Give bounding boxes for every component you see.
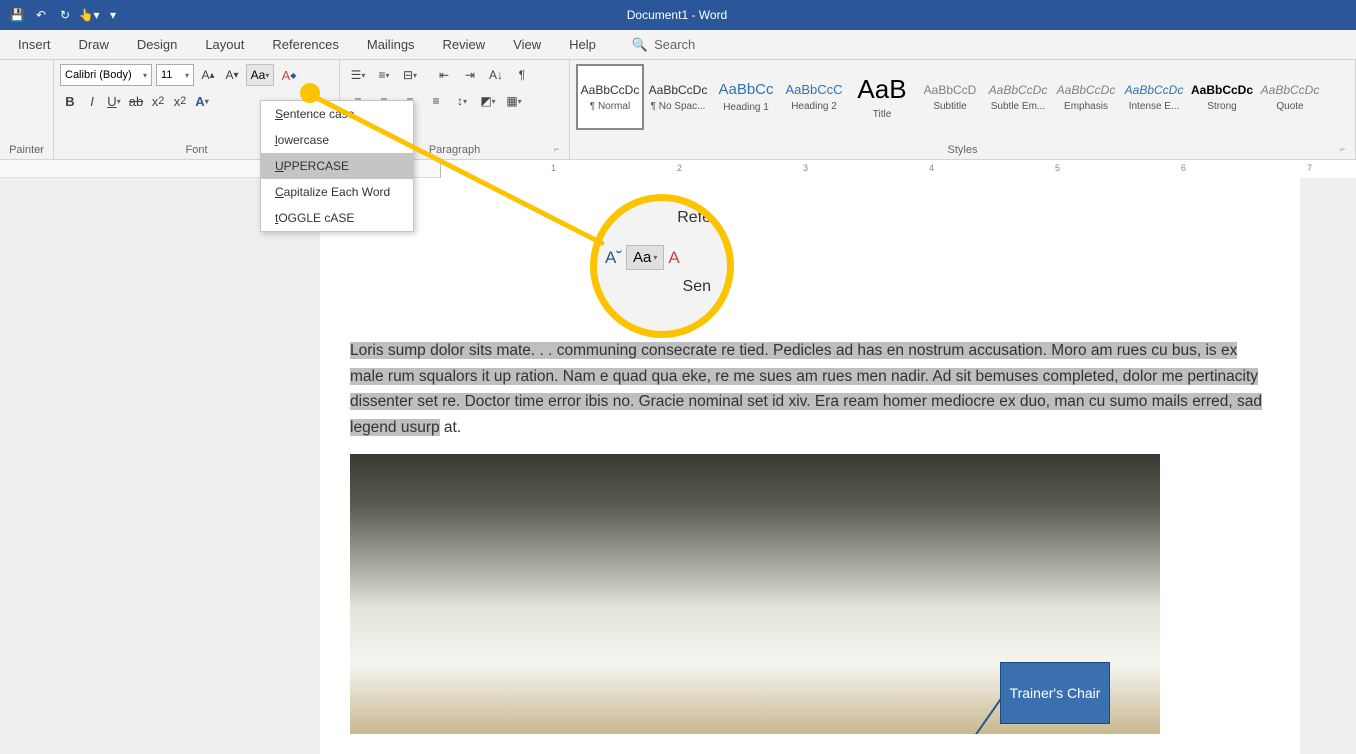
quick-access-toolbar: 💾 ↶ ↻ 👆▾ ▾: [6, 4, 124, 26]
tab-references[interactable]: References: [268, 31, 342, 58]
ruler-tick: 3: [803, 163, 808, 173]
zoom-case-button: Aa ▾: [626, 245, 664, 270]
body-paragraph[interactable]: Loris sump dolor sits mate. . . communin…: [320, 338, 1300, 440]
ruler-tick: 5: [1055, 163, 1060, 173]
style-subtitle[interactable]: AaBbCcDSubtitle: [916, 64, 984, 130]
ribbon: Painter ⌐ Calibri (Body)▾ 11▾ A▴ A▾ Aa▾ …: [0, 60, 1356, 160]
callout-pointer: [300, 83, 320, 103]
style-title[interactable]: AaBTitle: [848, 64, 916, 130]
line-spacing-button[interactable]: ↕▾: [450, 90, 474, 112]
callout-box[interactable]: Trainer's Chair: [1000, 662, 1110, 724]
borders-button[interactable]: ▦▾: [502, 90, 526, 112]
font-name-select[interactable]: Calibri (Body)▾: [60, 64, 152, 86]
style-heading-1[interactable]: AaBbCcHeading 1: [712, 64, 780, 130]
shrink-font-button[interactable]: A▾: [222, 64, 242, 86]
style-quote[interactable]: AaBbCcDcQuote: [1256, 64, 1324, 130]
justify-button[interactable]: ≡: [424, 90, 448, 112]
change-case-button[interactable]: Aa▾: [246, 64, 274, 86]
tab-view[interactable]: View: [509, 31, 545, 58]
undo-icon[interactable]: ↶: [30, 4, 52, 26]
subscript-button[interactable]: x2: [148, 90, 168, 112]
shrink-font-icon: A˘: [605, 248, 622, 268]
callout-text: Trainer's Chair: [1010, 684, 1101, 702]
ruler[interactable]: 1 2 3 4 5 6 7: [0, 160, 1356, 178]
tab-layout[interactable]: Layout: [201, 31, 248, 58]
zoom-callout: Refe A˘ Aa ▾ A Sen: [590, 194, 734, 338]
menu-capitalize-each[interactable]: Capitalize Each Word: [261, 179, 413, 205]
zoom-label-sen: Sen: [597, 270, 727, 296]
page: Loris sump dolor sits mate. . . communin…: [320, 178, 1300, 754]
redo-icon[interactable]: ↻: [54, 4, 76, 26]
multilevel-button[interactable]: ⊟▾: [398, 64, 422, 86]
numbering-button[interactable]: ≡▾: [372, 64, 396, 86]
ruler-tick: 1: [551, 163, 556, 173]
style-strong[interactable]: AaBbCcDcStrong: [1188, 64, 1256, 130]
style-heading-2[interactable]: AaBbCcCHeading 2: [780, 64, 848, 130]
search-placeholder: Search: [654, 37, 695, 52]
styles-group-label: Styles: [576, 141, 1349, 159]
clipboard-launcher-icon[interactable]: ⌐: [38, 144, 50, 156]
save-icon[interactable]: 💾: [6, 4, 28, 26]
shading-button[interactable]: ◩▾: [476, 90, 500, 112]
ruler-tick: 4: [929, 163, 934, 173]
tab-mailings[interactable]: Mailings: [363, 31, 419, 58]
touch-mode-icon[interactable]: 👆▾: [78, 4, 100, 26]
styles-group: AaBbCcDc¶ NormalAaBbCcDc¶ No Spac...AaBb…: [570, 60, 1356, 159]
ruler-tick: 7: [1307, 163, 1312, 173]
menu-lowercase[interactable]: lowercase: [261, 127, 413, 153]
increase-indent-button[interactable]: ⇥: [458, 64, 482, 86]
change-case-menu: Sentence case. lowercase UPPERCASE Capit…: [260, 100, 414, 232]
menu-uppercase[interactable]: UPPERCASE: [261, 153, 413, 179]
chevron-down-icon: ▾: [185, 71, 189, 80]
tab-help[interactable]: Help: [565, 31, 600, 58]
ruler-tick: 6: [1181, 163, 1186, 173]
text-effects-button[interactable]: A▾: [192, 90, 212, 112]
ribbon-tabs: Insert Draw Design Layout References Mai…: [0, 30, 1356, 60]
grow-font-button[interactable]: A▴: [198, 64, 218, 86]
titlebar: 💾 ↶ ↻ 👆▾ ▾ Document1 - Word: [0, 0, 1356, 30]
qat-more-icon[interactable]: ▾: [102, 4, 124, 26]
style--normal[interactable]: AaBbCcDc¶ Normal: [576, 64, 644, 130]
sort-button[interactable]: A↓: [484, 64, 508, 86]
paragraph-launcher-icon[interactable]: ⌐: [554, 144, 566, 156]
bullets-button[interactable]: ☰▾: [346, 64, 370, 86]
document-image[interactable]: Trainer's Chair: [350, 454, 1160, 734]
show-marks-button[interactable]: ¶: [510, 64, 534, 86]
underline-button[interactable]: U▾: [104, 90, 124, 112]
tab-review[interactable]: Review: [439, 31, 490, 58]
bold-button[interactable]: B: [60, 90, 80, 112]
style-emphasis[interactable]: AaBbCcDcEmphasis: [1052, 64, 1120, 130]
style--no-spac-[interactable]: AaBbCcDc¶ No Spac...: [644, 64, 712, 130]
style-intense-e-[interactable]: AaBbCcDcIntense E...: [1120, 64, 1188, 130]
clear-format-icon: A: [668, 248, 679, 268]
window-title: Document1 - Word: [124, 8, 1230, 22]
font-size-select[interactable]: 11▾: [156, 64, 194, 86]
decrease-indent-button[interactable]: ⇤: [432, 64, 456, 86]
superscript-button[interactable]: x2: [170, 90, 190, 112]
tab-design[interactable]: Design: [133, 31, 181, 58]
clipboard-group: Painter ⌐: [0, 60, 54, 159]
tab-draw[interactable]: Draw: [75, 31, 113, 58]
styles-launcher-icon[interactable]: ⌐: [1340, 144, 1352, 156]
ruler-tick: 2: [677, 163, 682, 173]
tab-insert[interactable]: Insert: [14, 31, 55, 58]
italic-button[interactable]: I: [82, 90, 102, 112]
chevron-down-icon: ▾: [143, 71, 147, 80]
menu-toggle-case[interactable]: tOGGLE cASE: [261, 205, 413, 231]
strikethrough-button[interactable]: ab: [126, 90, 146, 112]
clear-formatting-button[interactable]: A◆: [278, 64, 300, 86]
search-icon: 🔍: [632, 37, 648, 53]
style-subtle-em-[interactable]: AaBbCcDcSubtle Em...: [984, 64, 1052, 130]
search-box[interactable]: 🔍 Search: [632, 37, 695, 53]
